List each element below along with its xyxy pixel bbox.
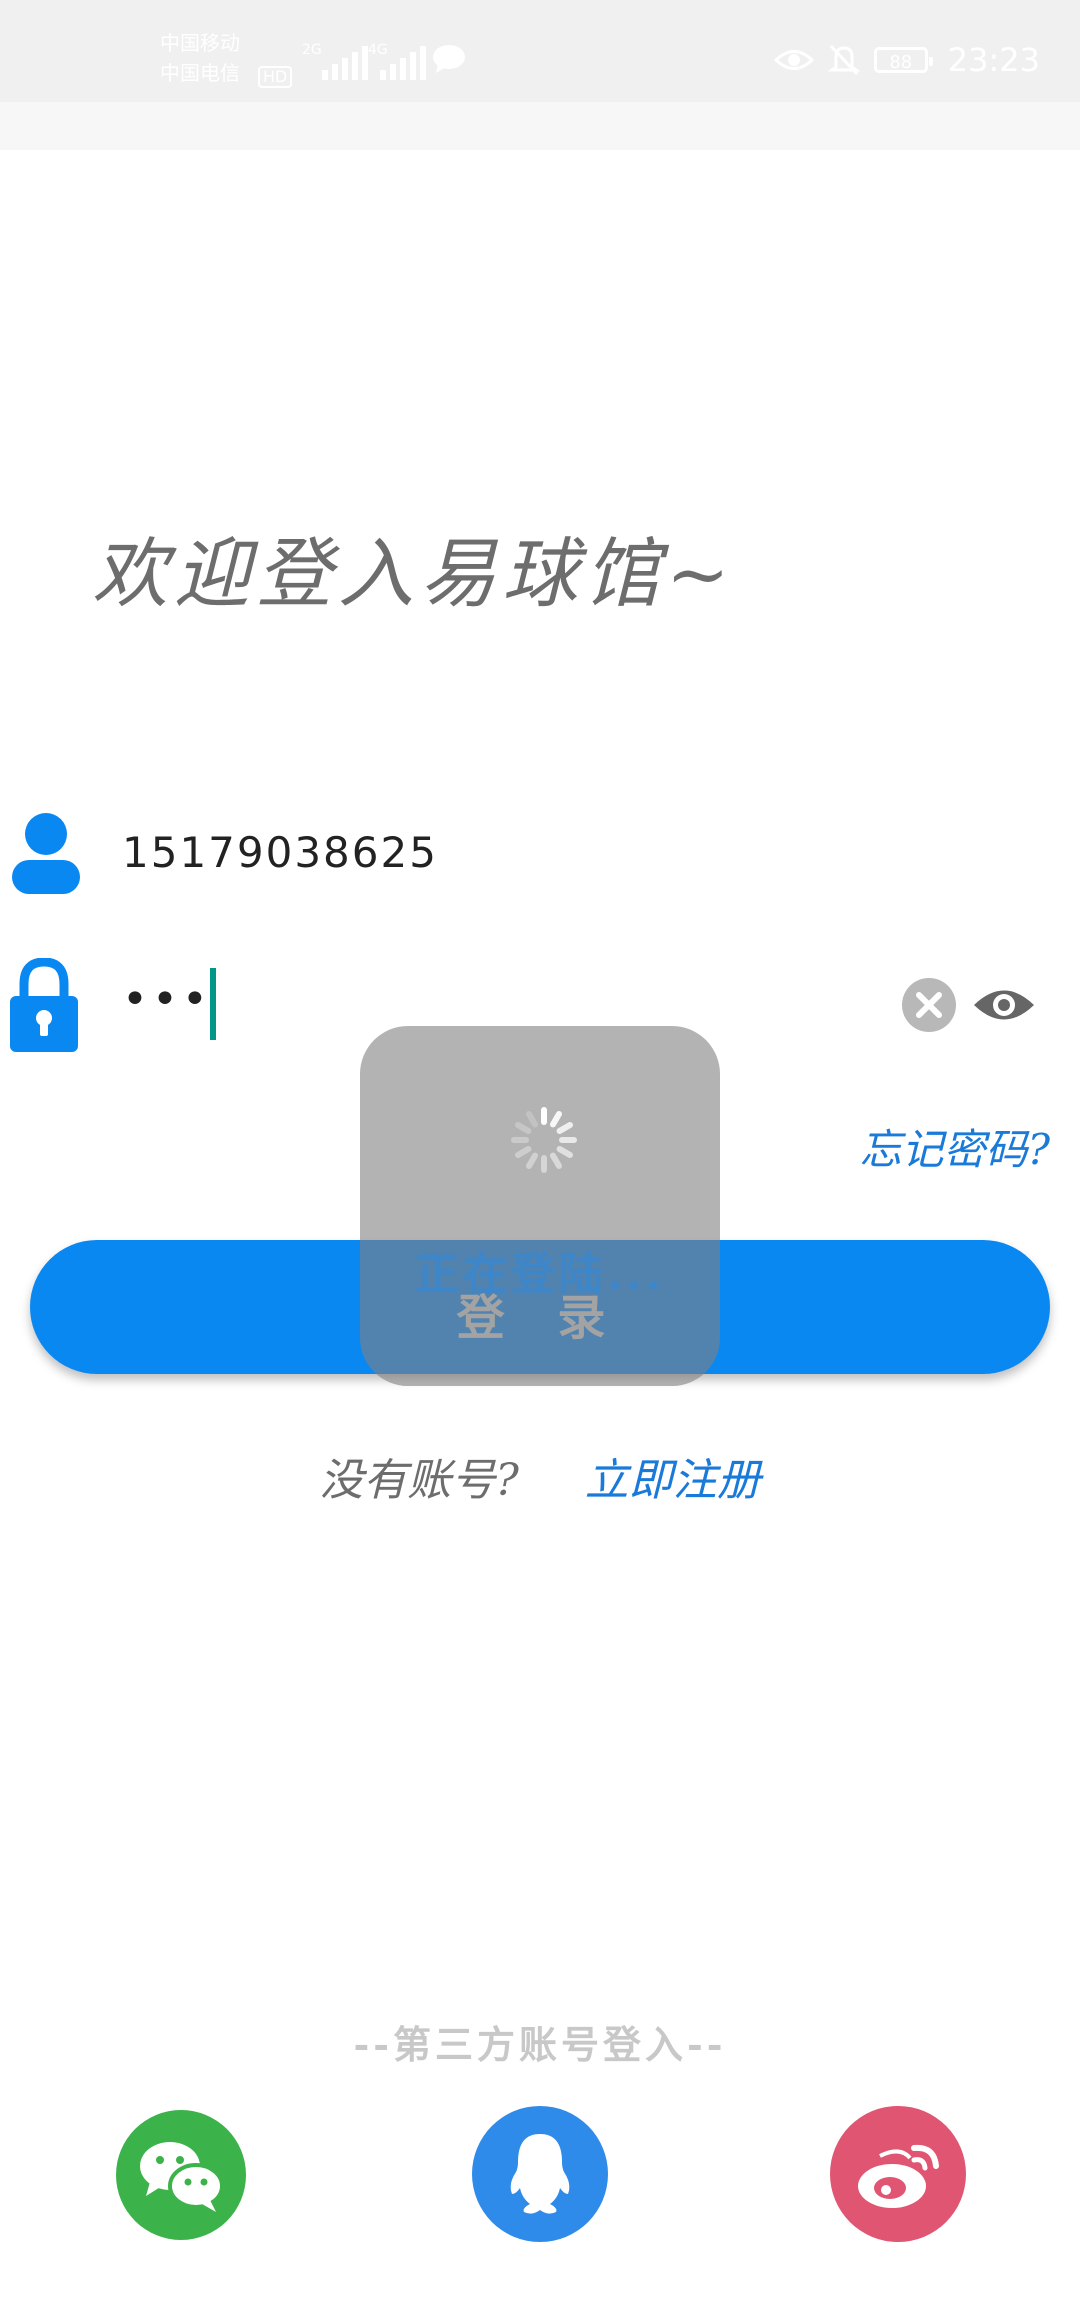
weibo-icon bbox=[858, 2144, 939, 2208]
loading-spinner-icon bbox=[511, 1107, 577, 1173]
clear-icon[interactable] bbox=[902, 978, 956, 1032]
qq-login-button[interactable] bbox=[472, 2106, 608, 2242]
app-bar bbox=[0, 102, 1080, 150]
user-icon bbox=[12, 813, 80, 894]
register-link[interactable]: 立即注册 bbox=[585, 1455, 761, 1506]
no-account-text: 没有账号? bbox=[319, 1455, 519, 1506]
qq-icon bbox=[510, 2134, 570, 2214]
lock-icon bbox=[10, 958, 78, 1052]
status-right: 88 23:23 bbox=[773, 40, 1040, 80]
wechat-login-button[interactable] bbox=[116, 2110, 246, 2240]
signal-icon bbox=[318, 42, 372, 80]
wechat-icon bbox=[140, 2142, 224, 2212]
weibo-login-button[interactable] bbox=[830, 2106, 966, 2242]
welcome-title: 欢迎登入易球馆~ bbox=[92, 529, 736, 618]
password-input[interactable]: ••• bbox=[122, 960, 212, 1040]
loading-dialog: 正在登陆... bbox=[360, 1026, 720, 1386]
phone-input[interactable]: 15179038625 bbox=[122, 828, 438, 877]
signal-icon bbox=[372, 42, 426, 80]
clock: 23:23 bbox=[947, 41, 1040, 79]
text-cursor bbox=[210, 968, 216, 1040]
carrier-2: 中国电信 bbox=[160, 61, 240, 85]
carrier-info: 中国移动 中国电信 bbox=[160, 28, 240, 88]
message-icon bbox=[433, 45, 465, 73]
carrier-1: 中国移动 bbox=[160, 31, 240, 55]
forgot-password-link[interactable]: 忘记密码? bbox=[859, 1116, 1050, 1177]
status-bar: 中国移动 中国电信 HD 2G 4G 88 23:23 bbox=[0, 0, 1080, 102]
hd-badge: HD bbox=[258, 66, 293, 88]
register-row: 没有账号? 立即注册 bbox=[0, 1444, 1080, 1508]
bell-off-icon bbox=[827, 44, 860, 76]
loading-text: 正在登陆... bbox=[415, 1249, 665, 1300]
show-password-icon[interactable] bbox=[972, 984, 1036, 1026]
eye-icon bbox=[773, 50, 814, 70]
third-party-label: --第三方账号登入-- bbox=[353, 2022, 727, 2067]
battery-indicator: 88 bbox=[873, 47, 933, 73]
